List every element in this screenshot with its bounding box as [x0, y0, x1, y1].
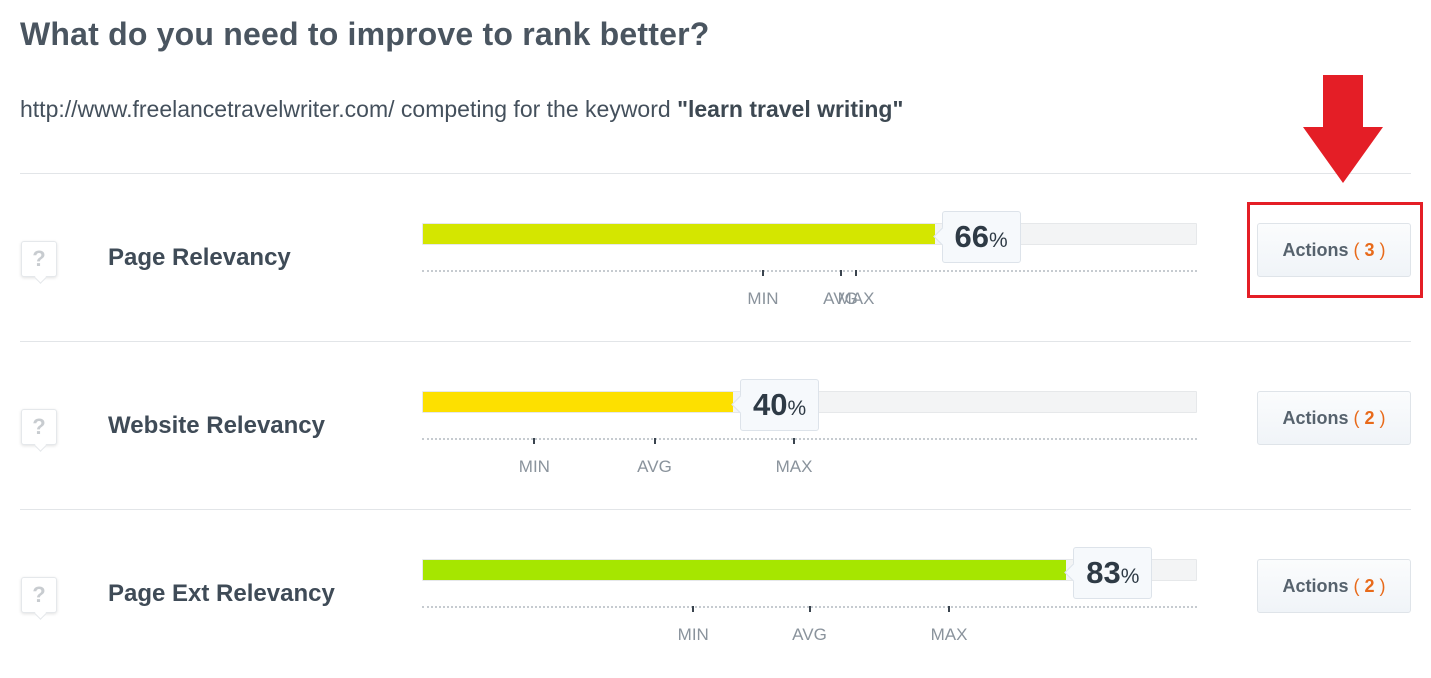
site-url: http://www.freelancetravelwriter.com/ — [20, 96, 395, 122]
scale-tick-avg — [808, 606, 811, 612]
actions-button[interactable]: Actions ( 2 ) — [1257, 559, 1411, 613]
scale-label-min: MIN — [677, 625, 709, 644]
percent-sign: % — [787, 397, 807, 420]
percent-sign: % — [988, 229, 1008, 252]
metric-label: Website Relevancy — [108, 412, 325, 439]
scale-label-max: MAX — [930, 625, 968, 644]
scale-label-min: MIN — [518, 457, 550, 476]
metric-row-page-relevancy: ? Page Relevancy 66% MIN AVG MAX Actions… — [0, 174, 1431, 342]
help-icon[interactable]: ? — [21, 241, 57, 277]
scale-line — [422, 438, 1197, 440]
progress-fill — [423, 560, 1067, 580]
percent-value: 83 — [1086, 555, 1121, 590]
percent-bubble: 66% — [941, 211, 1021, 263]
scale-tick-max — [948, 606, 950, 612]
scale-label-avg: AVG — [637, 457, 672, 476]
percent-bubble: 40% — [740, 379, 820, 431]
competition-subtitle: http://www.freelancetravelwriter.com/ co… — [20, 96, 903, 123]
page-title: What do you need to improve to rank bett… — [20, 16, 710, 52]
percent-value: 40 — [753, 387, 788, 422]
actions-count: 2 — [1364, 576, 1375, 596]
scale-line — [422, 270, 1197, 272]
scale-tick-avg — [653, 438, 656, 444]
metric-row-page-ext-relevancy: ? Page Ext Relevancy 83% MIN AVG MAX Act… — [0, 510, 1431, 678]
highlight-box-annotation — [1247, 202, 1423, 298]
scale-tick-avg — [839, 270, 842, 276]
scale-tick-max — [793, 438, 795, 444]
scale-tick-max — [855, 270, 857, 276]
red-arrow-annotation — [1303, 75, 1383, 183]
help-icon[interactable]: ? — [21, 577, 57, 613]
scale-label-min: MIN — [747, 289, 779, 308]
metric-label: Page Ext Relevancy — [108, 580, 335, 607]
progress-fill — [423, 224, 935, 244]
help-icon[interactable]: ? — [21, 409, 57, 445]
scale-tick-min — [533, 438, 536, 444]
progress-track — [422, 223, 1197, 245]
keyword: "learn travel writing" — [677, 96, 904, 122]
scale-tick-min — [692, 606, 695, 612]
actions-open-paren: ( — [1353, 408, 1365, 428]
percent-sign: % — [1120, 565, 1140, 588]
percent-value: 66 — [954, 219, 989, 254]
actions-label: Actions — [1282, 576, 1349, 596]
scale-label-avg: AVG — [792, 625, 827, 644]
actions-button[interactable]: Actions ( 2 ) — [1257, 391, 1411, 445]
actions-close-paren: ) — [1374, 408, 1386, 428]
scale-label-max: MAX — [837, 289, 875, 308]
scale-label-max: MAX — [775, 457, 813, 476]
actions-count: 2 — [1364, 408, 1375, 428]
subtitle-connector: competing for the keyword — [394, 96, 678, 122]
scale-tick-min — [762, 270, 764, 276]
actions-close-paren: ) — [1374, 576, 1386, 596]
actions-label: Actions — [1282, 408, 1349, 428]
percent-bubble: 83% — [1073, 547, 1153, 599]
actions-open-paren: ( — [1353, 576, 1365, 596]
metric-row-website-relevancy: ? Website Relevancy 40% MIN AVG MAX Acti… — [0, 342, 1431, 510]
progress-fill — [423, 392, 733, 412]
metric-label: Page Relevancy — [108, 244, 291, 271]
